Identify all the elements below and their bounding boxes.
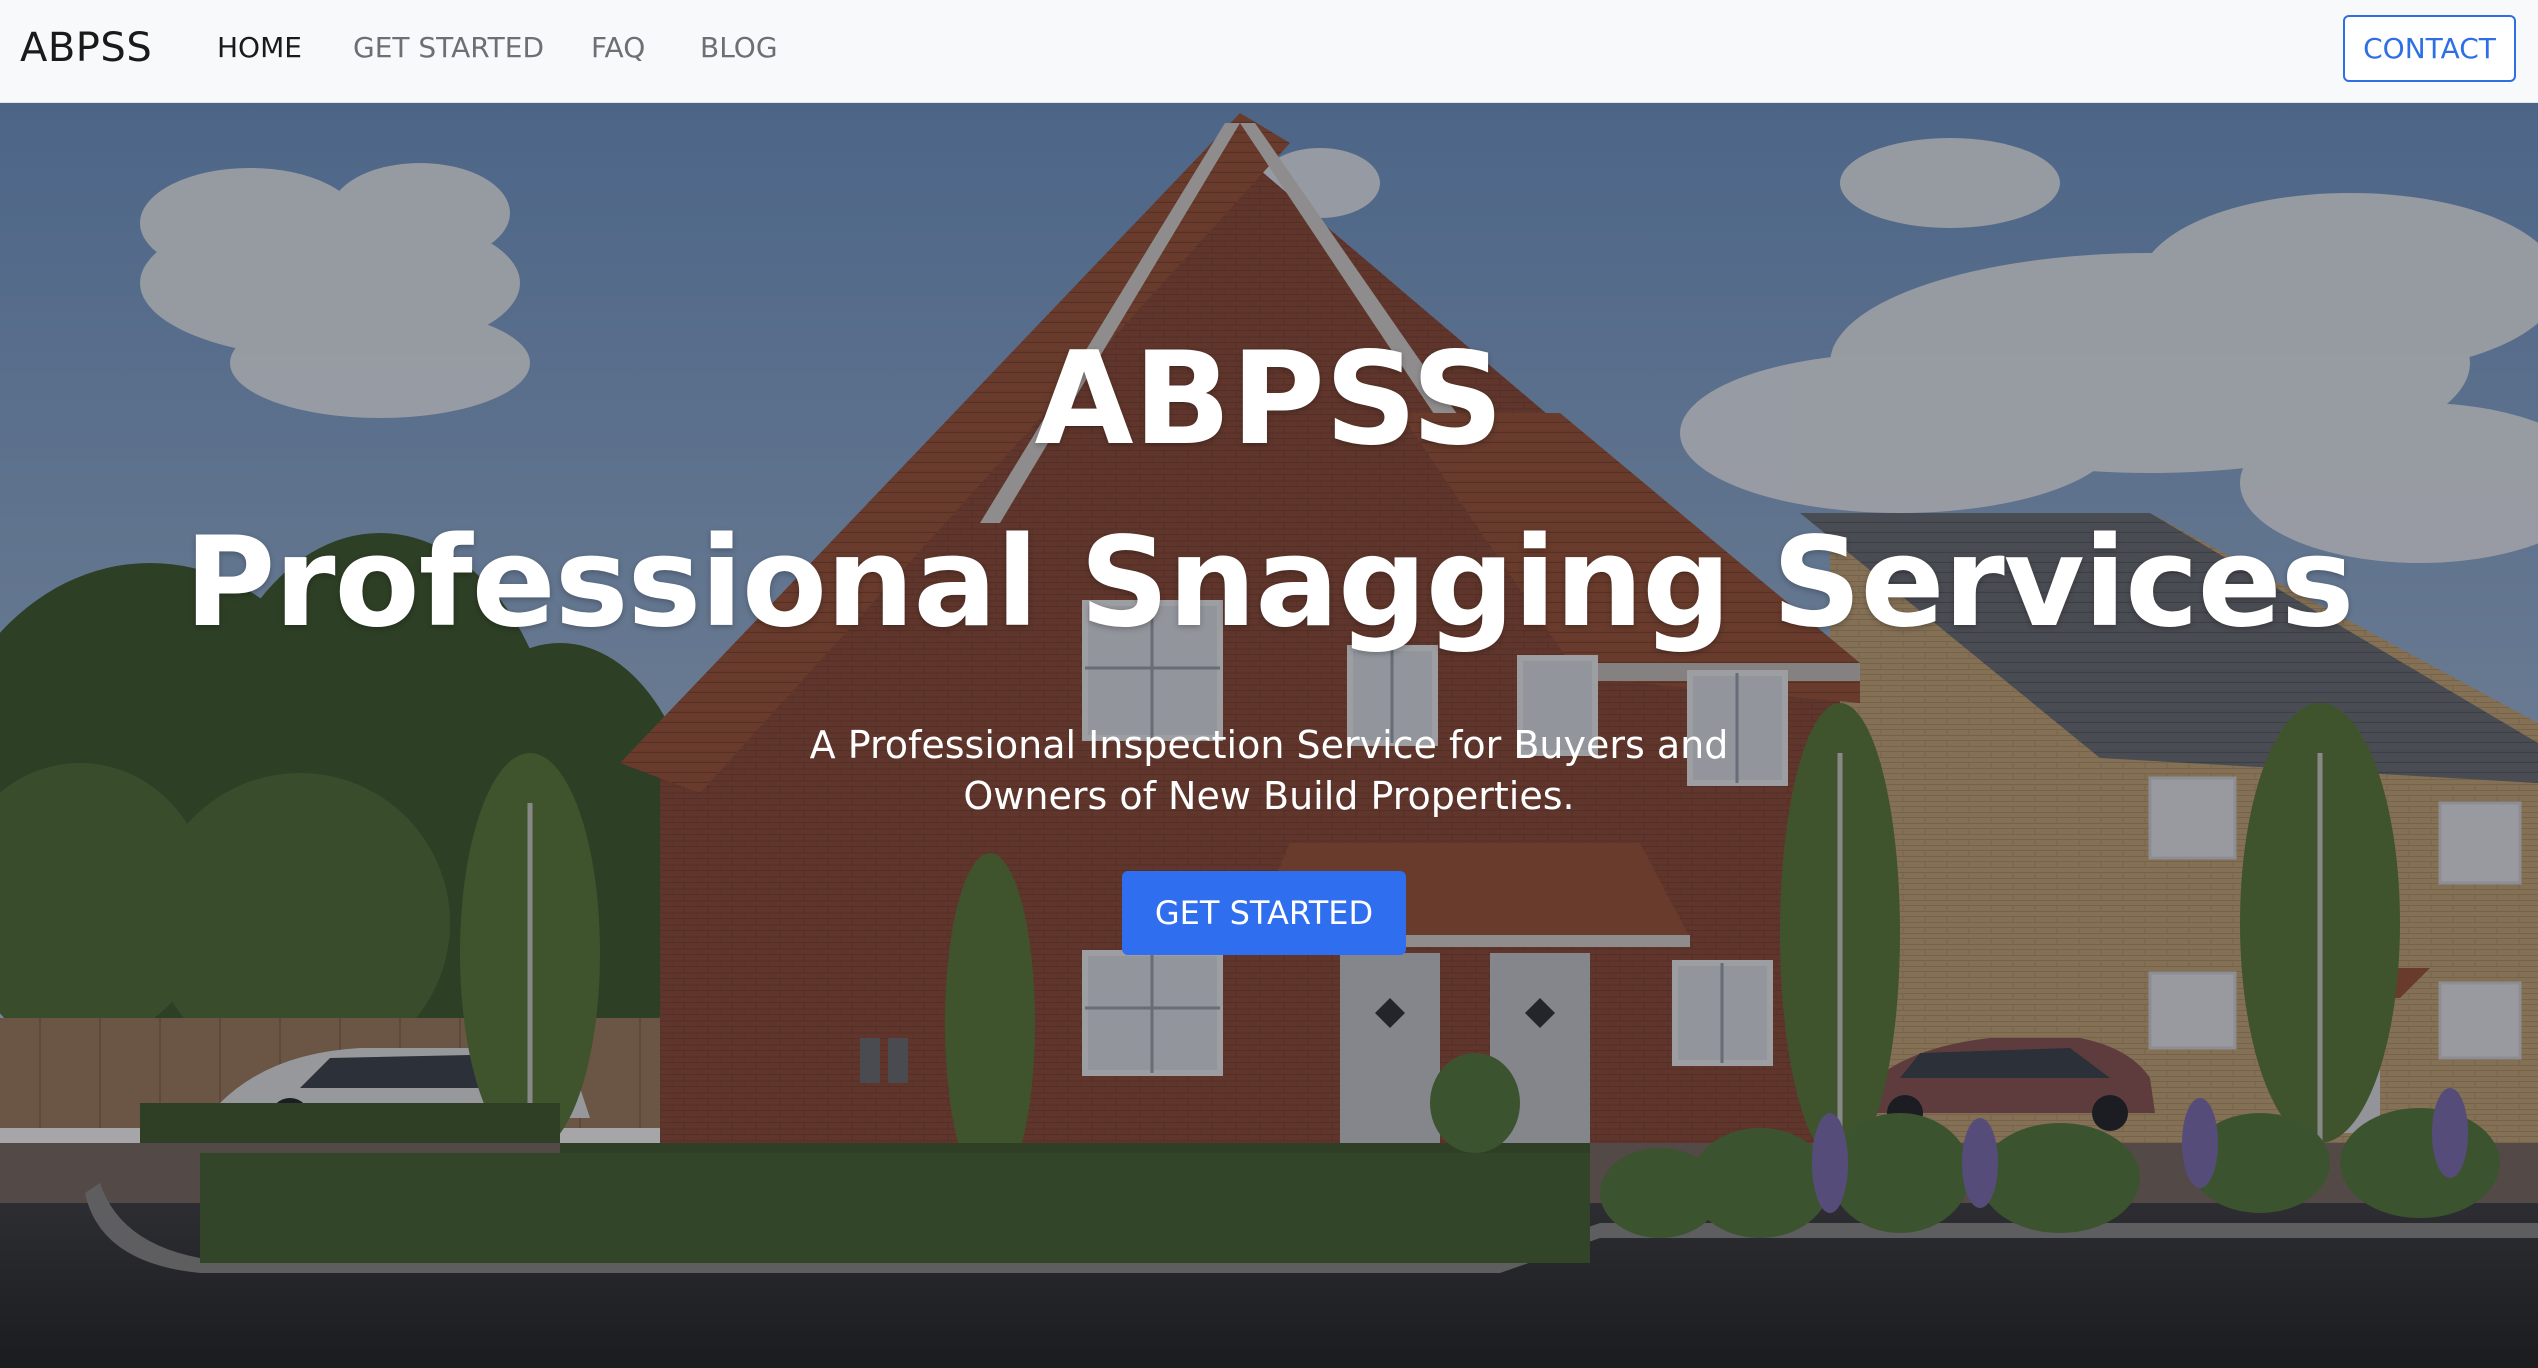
get-started-button[interactable]: GET STARTED [1122,871,1406,955]
contact-button[interactable]: CONTACT [2343,15,2516,82]
hero-subtitle: Professional Snagging Services [184,511,2354,655]
nav-link-home[interactable]: HOME [217,30,302,66]
hero-description: A Professional Inspection Service for Bu… [809,723,1729,818]
nav-link-blog[interactable]: BLOG [700,30,778,66]
hero-section: ABPSS Professional Snagging Services A P… [0,103,2538,1368]
nav-link-get-started[interactable]: GET STARTED [353,30,544,66]
hero-title: ABPSS [1034,325,1504,474]
brand-logo[interactable]: ABPSS [20,22,152,74]
nav-link-faq[interactable]: FAQ [591,30,645,66]
navbar: ABPSS HOME GET STARTED FAQ BLOG CONTACT [0,0,2538,103]
